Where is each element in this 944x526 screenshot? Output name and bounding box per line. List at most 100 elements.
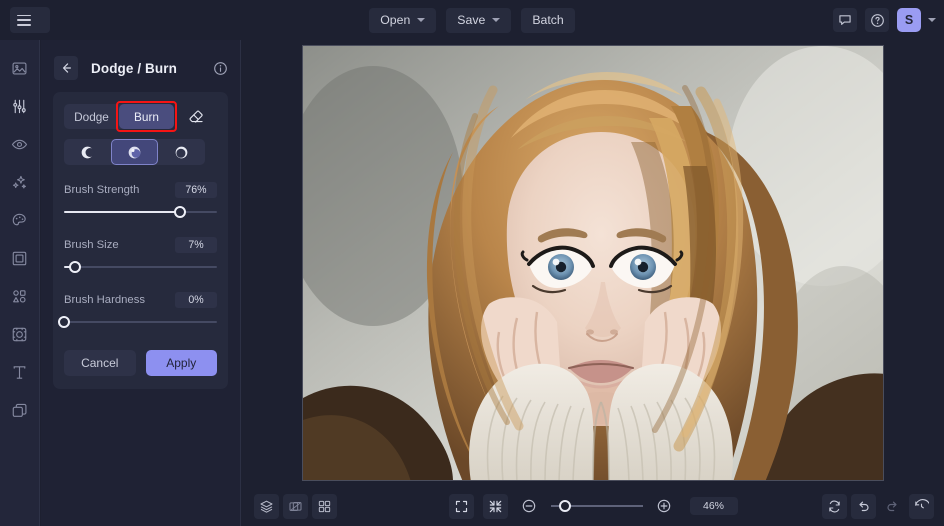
slider-handle[interactable] (174, 206, 187, 218)
chevron-down-icon (492, 18, 501, 22)
top-toolbar-center: Open Save Batch (0, 0, 944, 40)
reset-icon (829, 500, 840, 512)
help-button[interactable] (865, 8, 889, 32)
slider-fill (64, 211, 181, 213)
sidebar-item-effects[interactable] (4, 166, 36, 198)
tool-panel: Dodge / Burn Dodge Burn Brush Strength 7… (41, 40, 241, 526)
sticker-icon (12, 327, 27, 341)
brush-size-label: Brush Size (64, 238, 119, 251)
arrow-left-icon (62, 63, 71, 73)
sidebar-item-layers[interactable] (4, 394, 36, 426)
redo-icon (887, 501, 897, 511)
back-button[interactable] (54, 56, 78, 80)
brush-shape-3-button[interactable] (158, 139, 205, 165)
shapes-icon (13, 289, 26, 303)
zoom-in-button[interactable] (652, 494, 677, 519)
sphere-shadow-icon (128, 146, 141, 158)
sidebar-item-shapes[interactable] (4, 280, 36, 312)
fit-screen-button[interactable] (448, 493, 474, 519)
portrait-photo (303, 46, 883, 480)
dodge-mode-button[interactable]: Dodge (64, 104, 119, 129)
info-circle-icon (214, 61, 227, 75)
slider-handle[interactable] (68, 261, 81, 273)
app-menu-button[interactable] (10, 7, 50, 33)
dodge-label: Dodge (74, 109, 109, 124)
mode-segmented-control: Dodge Burn (64, 101, 177, 132)
photo-editor-window: Open Save Batch S Dodge / Burn Dodge Bur… (0, 0, 944, 526)
brush-shape-selector (64, 139, 205, 165)
fit-actual-icon (489, 500, 501, 512)
brush-strength-header: Brush Strength 76% (64, 181, 217, 198)
crescent-left-icon (81, 146, 95, 158)
open-button[interactable]: Open (369, 7, 437, 33)
slider-track (64, 266, 217, 268)
history-button[interactable] (909, 493, 934, 519)
burn-label: Burn (134, 109, 159, 124)
zoom-out-button[interactable] (517, 494, 542, 519)
chevron-down-icon[interactable] (928, 18, 936, 22)
layers-icon (12, 403, 27, 417)
canvas-area (242, 40, 944, 486)
save-label: Save (457, 13, 486, 27)
sparkles-icon (12, 175, 26, 188)
slider-handle[interactable] (58, 316, 70, 328)
fit-actual-button[interactable] (482, 493, 508, 519)
brush-size-header: Brush Size 7% (64, 236, 217, 253)
undo-button[interactable] (851, 493, 876, 519)
question-circle-icon (870, 13, 884, 27)
chevron-down-icon (417, 18, 426, 22)
brush-hardness-slider: Brush Hardness 0% (58, 291, 217, 330)
sliders-icon (13, 99, 26, 113)
info-button[interactable] (213, 61, 228, 76)
photo-canvas[interactable] (302, 45, 884, 481)
brush-shape-1-button[interactable] (64, 139, 111, 165)
image-icon (12, 61, 27, 75)
sidebar-item-text[interactable] (4, 356, 36, 388)
redo-button[interactable] (880, 494, 905, 519)
zoom-slider-handle[interactable] (558, 500, 571, 512)
hamburger-icon (17, 14, 31, 26)
sidebar-item-adjust[interactable] (4, 90, 36, 122)
burn-mode-button[interactable]: Burn (116, 101, 177, 132)
brush-size-slider: Brush Size 7% (64, 236, 217, 275)
history-icon (915, 498, 929, 508)
brush-shape-2-button[interactable] (111, 139, 158, 165)
sidebar-item-retouch[interactable] (4, 128, 36, 160)
reset-button[interactable] (822, 493, 847, 519)
zoom-slider[interactable] (550, 499, 643, 513)
avatar[interactable]: S (897, 8, 921, 32)
eraser-button[interactable] (185, 106, 207, 128)
zoom-out-icon (522, 499, 536, 513)
sidebar-item-color[interactable] (4, 204, 36, 236)
eye-icon (11, 139, 28, 149)
undo-icon (859, 501, 869, 511)
brush-size-track[interactable] (64, 259, 217, 275)
brush-strength-track[interactable] (64, 204, 217, 220)
frame-icon (12, 251, 27, 265)
apply-button[interactable]: Apply (145, 350, 217, 376)
cancel-button[interactable]: Cancel (64, 350, 136, 376)
brush-hardness-value[interactable]: 0% (175, 291, 217, 308)
brush-strength-value[interactable]: 76% (175, 181, 217, 198)
top-toolbar: Open Save Batch S (0, 0, 944, 40)
bottom-toolbar: 46% (242, 486, 944, 526)
open-label: Open (380, 13, 411, 27)
brush-size-value[interactable]: 7% (175, 236, 217, 253)
sidebar-item-image[interactable] (4, 52, 36, 84)
eraser-icon (189, 110, 203, 123)
sidebar-item-frames[interactable] (4, 242, 36, 274)
brush-hardness-label: Brush Hardness (64, 293, 145, 306)
zoom-in-icon (657, 499, 671, 513)
sidebar-item-stickers[interactable] (4, 318, 36, 350)
palette-icon (12, 213, 26, 225)
brush-hardness-header: Brush Hardness 0% (64, 291, 217, 308)
panel-actions: Cancel Apply (64, 350, 217, 376)
slider-track (64, 321, 217, 323)
batch-button[interactable]: Batch (521, 7, 575, 33)
feedback-button[interactable] (833, 8, 857, 32)
save-button[interactable]: Save (446, 7, 512, 33)
brush-hardness-track[interactable] (58, 314, 217, 330)
brush-strength-label: Brush Strength (64, 183, 140, 196)
tool-rail (0, 40, 40, 526)
zoom-level-value[interactable]: 46% (689, 497, 738, 515)
